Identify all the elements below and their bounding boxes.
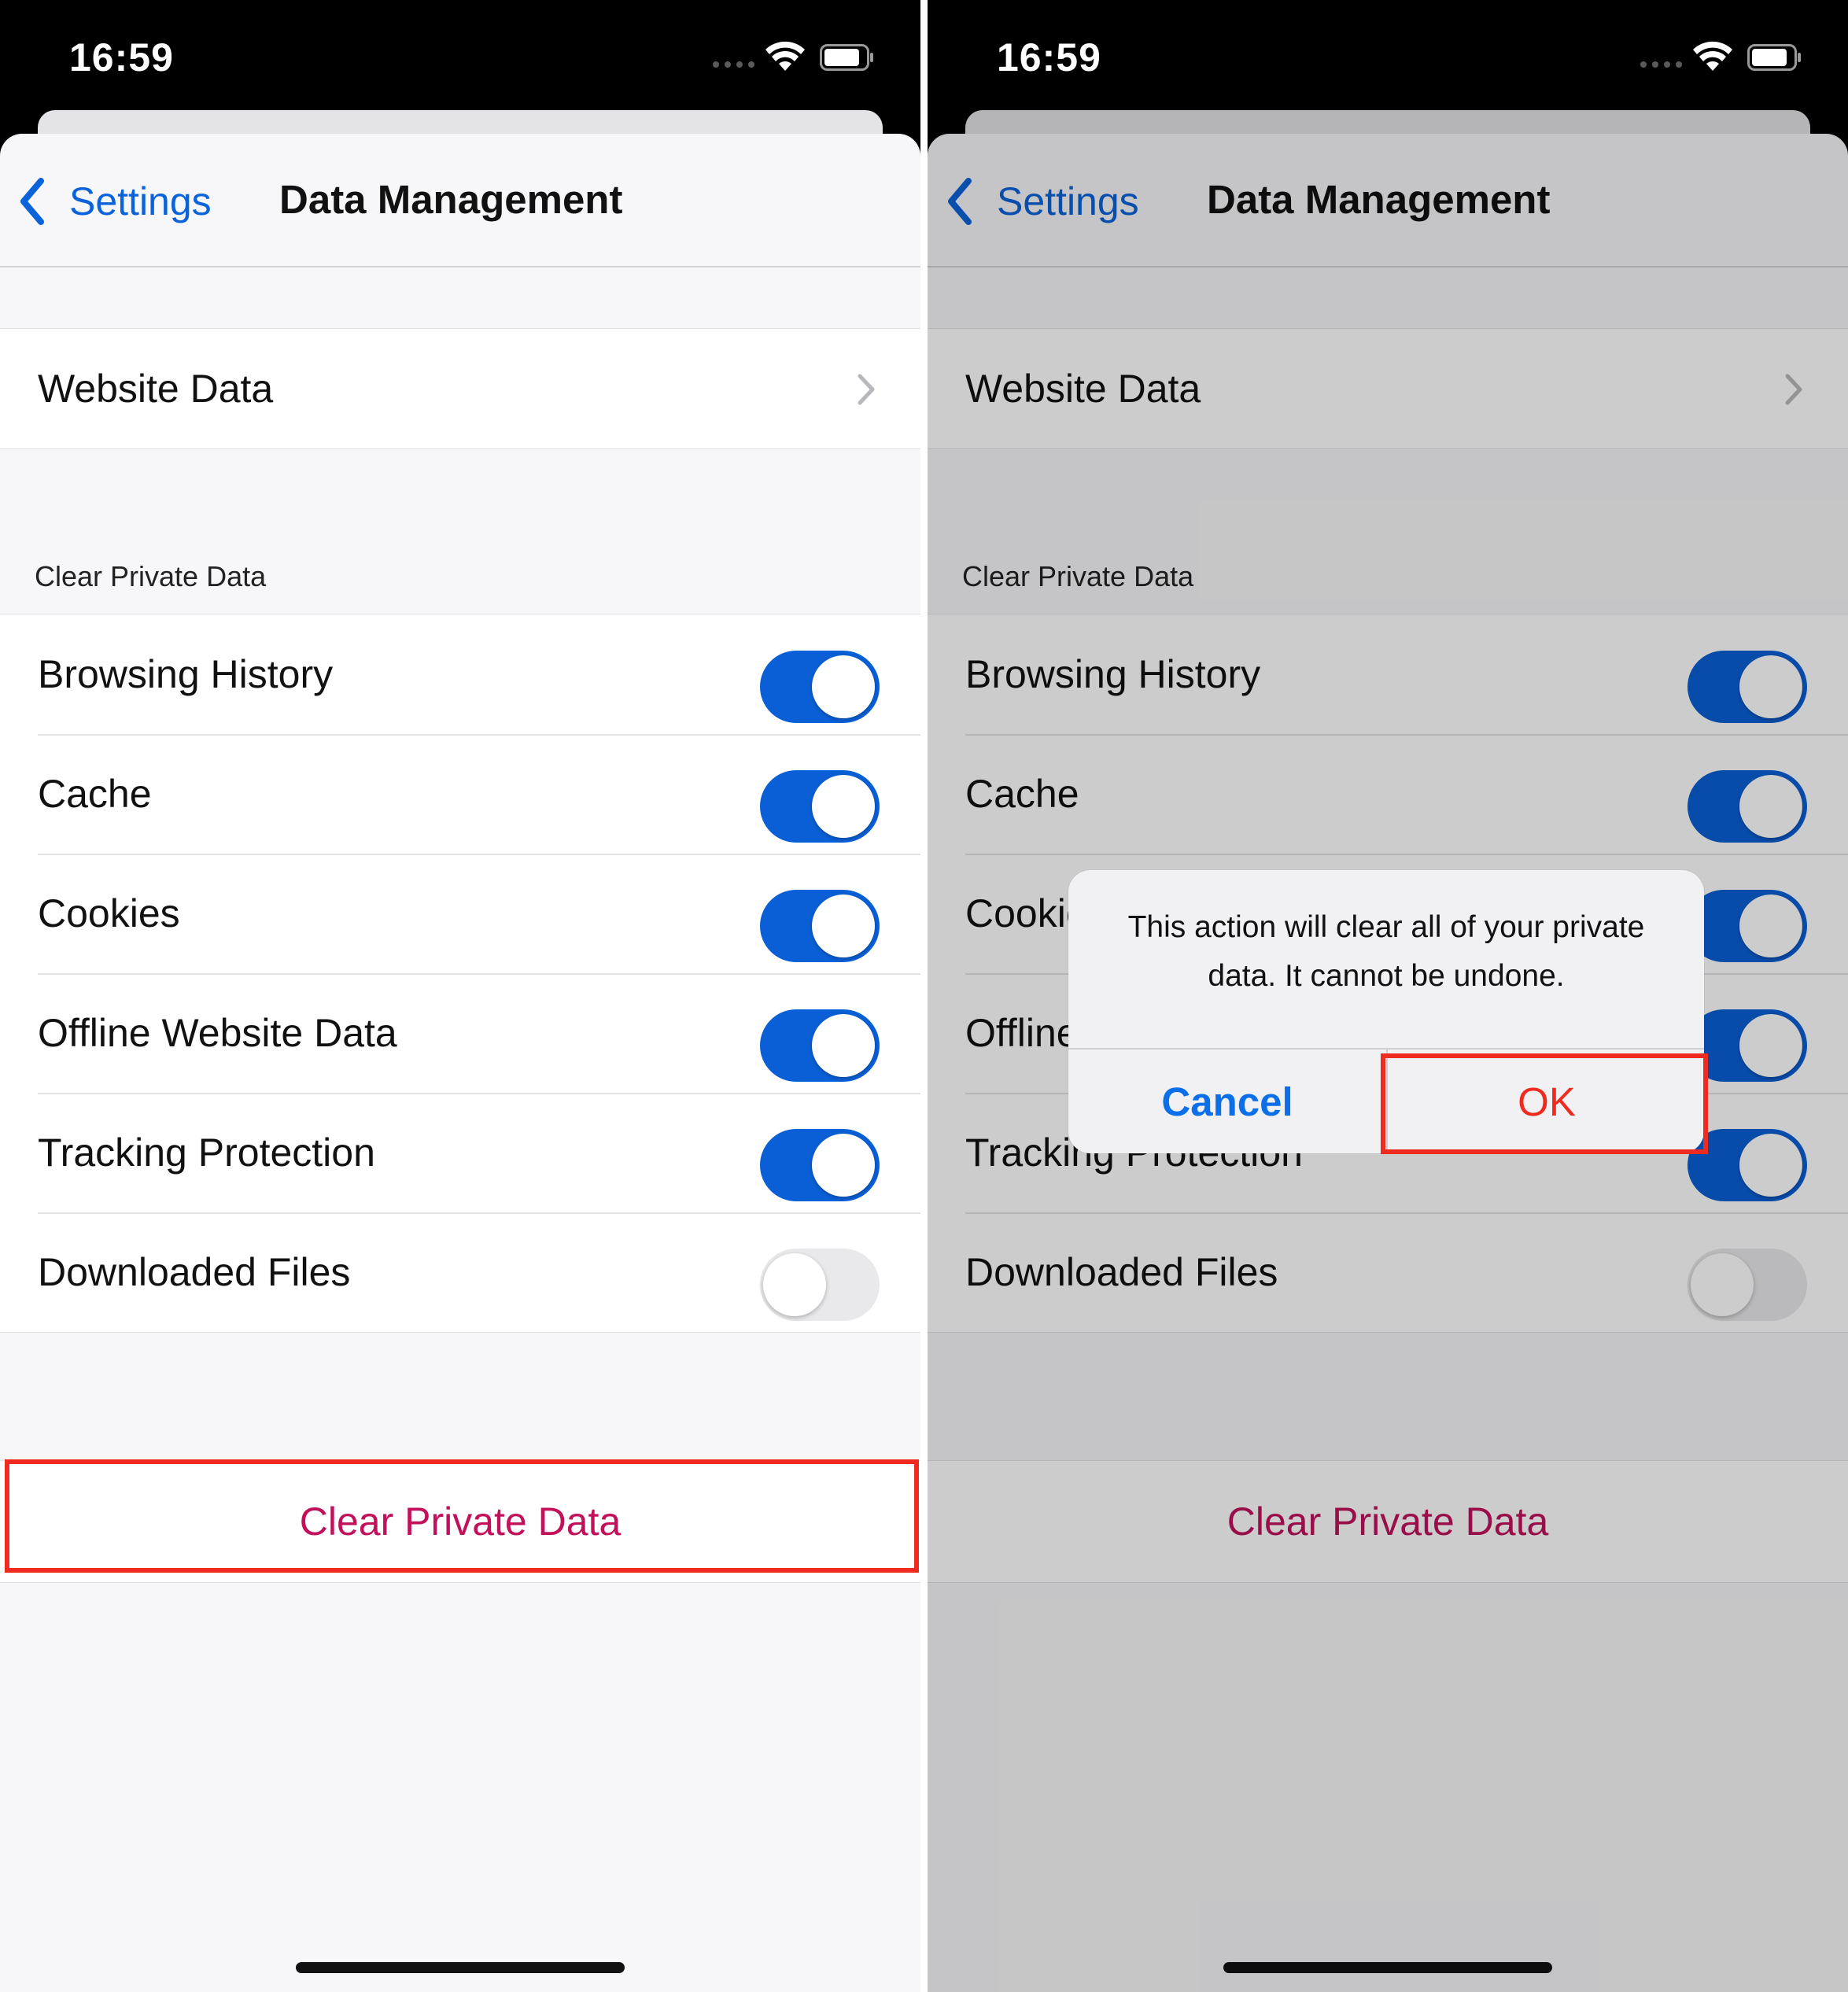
row-label: Browsing History [38,652,334,696]
row-label: Offline Website Data [38,1011,397,1055]
cellular-signal-icon [713,61,755,68]
navigation-bar: Settings Data Management [0,134,920,267]
row-cookies: Cookies [0,854,920,973]
row-cache: Cache [0,734,920,854]
back-label: Settings [69,179,212,223]
toggle-offline-website-data[interactable] [760,1009,880,1082]
clear-private-data-group: Browsing History Cache Cookies Offline W… [0,614,920,1333]
row-offline-website-data: Offline Website Data [0,973,920,1093]
status-time: 16:59 [69,35,174,79]
alert-message: This action will clear all of your priva… [1127,910,1645,993]
toggle-tracking-protection[interactable] [760,1129,880,1201]
toggle-cookies[interactable] [760,890,880,962]
row-downloaded-files: Downloaded Files [0,1212,920,1332]
row-browsing-history: Browsing History [0,614,920,734]
row-label: Tracking Protection [38,1131,375,1175]
settings-sheet: Settings Data Management Website Data Cl… [0,134,920,1992]
row-tracking-protection: Tracking Protection [0,1093,920,1212]
row-label: Cookies [38,891,180,935]
toggle-cache[interactable] [760,770,880,843]
chevron-right-icon [858,374,875,405]
chevron-left-icon [20,178,44,225]
status-bar: 16:59 [0,0,920,110]
alert-ok-button[interactable]: OK [1388,1049,1704,1153]
row-label: Cache [38,772,152,816]
status-time: 16:59 [997,35,1101,79]
cellular-signal-icon [1640,61,1683,68]
page-title: Data Management [279,177,623,222]
alert-cancel-button[interactable]: Cancel [1068,1049,1386,1153]
confirm-alert-dialog: This action will clear all of your priva… [1068,870,1704,1153]
clear-button-group: Clear Private Data [0,1460,920,1583]
clear-private-data-button[interactable]: Clear Private Data [0,1461,920,1582]
battery-icon [820,44,873,71]
home-indicator [296,1962,625,1973]
wifi-icon [765,41,805,71]
screen-data-management: 16:59 Settings Data Management Website D… [0,0,920,1992]
toggle-downloaded-files[interactable] [760,1249,880,1321]
website-data-group: Website Data [0,328,920,449]
screen-data-management-confirm: 16:59 Settings Data Management Website D… [928,0,1848,1992]
row-label: Downloaded Files [38,1250,351,1294]
toggle-browsing-history[interactable] [760,651,880,723]
website-data-label: Website Data [38,367,274,411]
back-button[interactable]: Settings [16,172,212,231]
battery-icon [1747,44,1801,71]
wifi-icon [1693,41,1732,71]
status-bar: 16:59 [928,0,1848,110]
website-data-row[interactable]: Website Data [0,329,920,448]
section-header-clear-private-data: Clear Private Data [35,560,267,592]
